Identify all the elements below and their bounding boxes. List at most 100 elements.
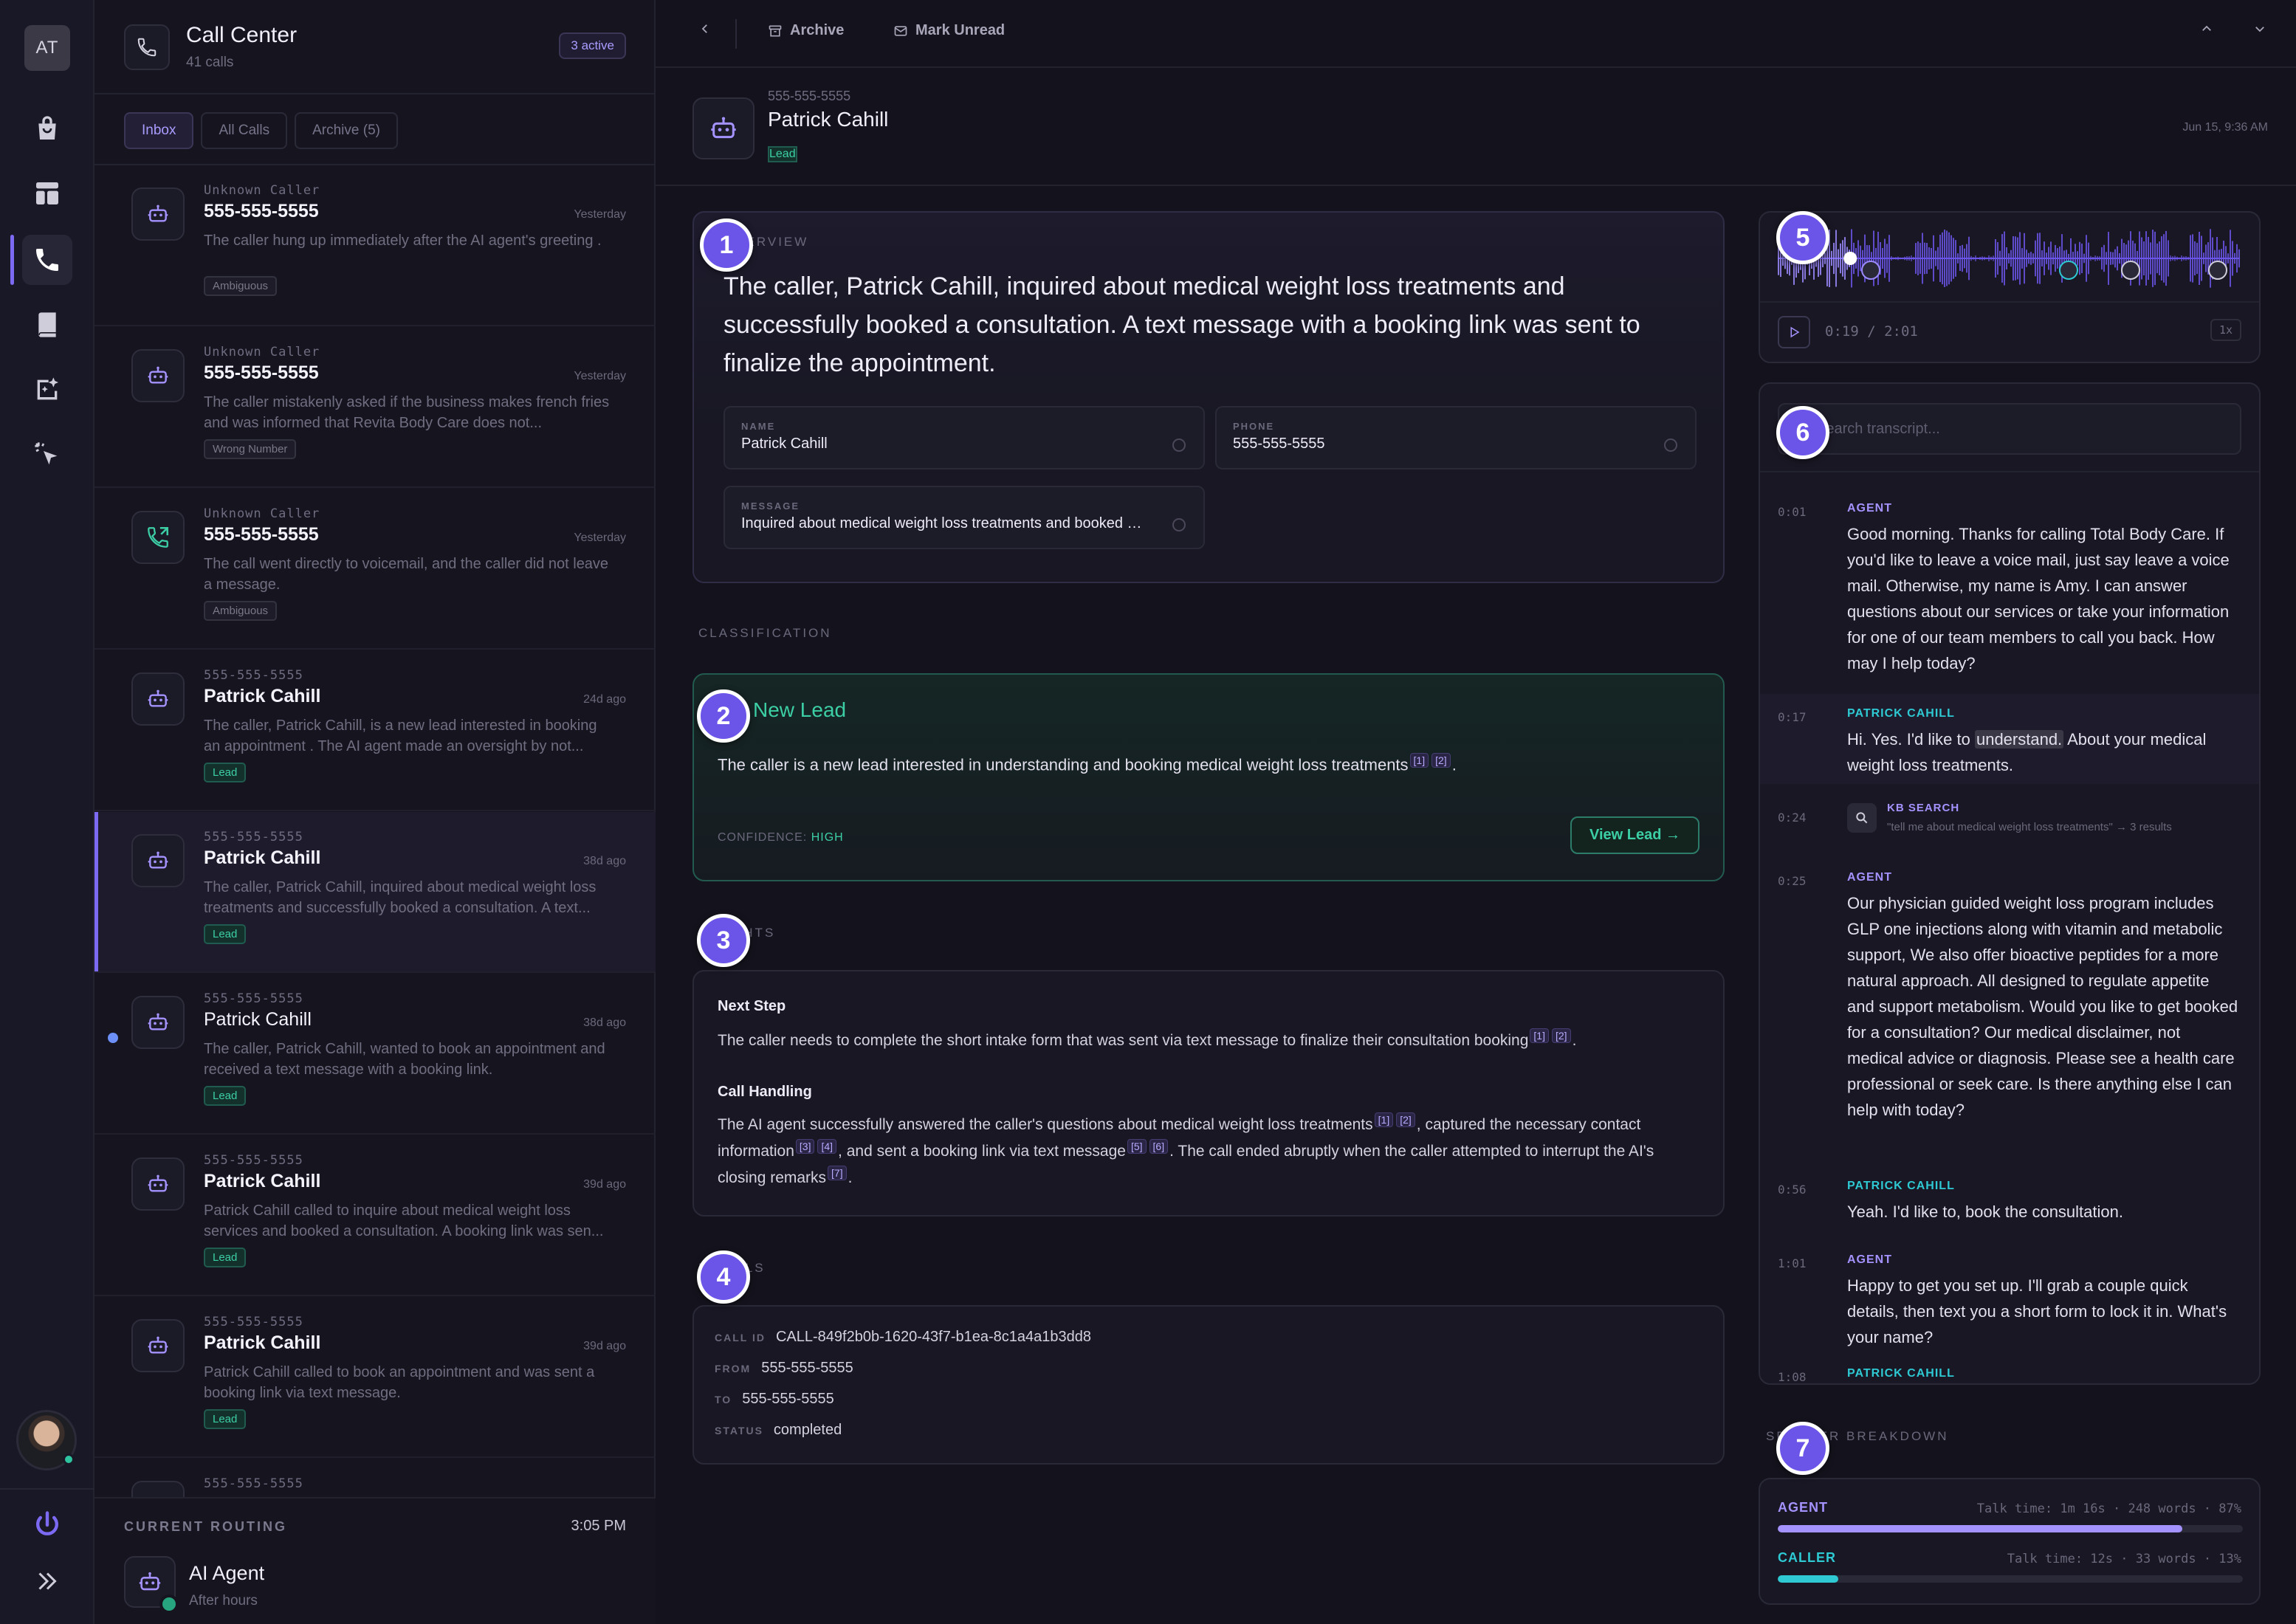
info-icon[interactable] bbox=[1664, 438, 1677, 452]
call-list-item[interactable]: Unknown Caller 555-555-5555 Yesterday The c… bbox=[94, 165, 656, 326]
waveform-bar bbox=[2145, 231, 2147, 286]
routing-label: CURRENT ROUTING bbox=[124, 1519, 287, 1534]
archive-button[interactable]: Archive bbox=[768, 22, 844, 39]
citation[interactable]: [4] bbox=[817, 1139, 837, 1154]
marker-3: 3 bbox=[697, 914, 750, 967]
speaker-label: AGENT bbox=[1847, 1253, 1892, 1266]
playback-speed[interactable]: 1x bbox=[2210, 319, 2241, 341]
call-summary: The caller, Patrick Cahill, inquired abo… bbox=[204, 879, 597, 916]
waveform-bar bbox=[2055, 244, 2056, 272]
call-summary: The caller, Patrick Cahill, wanted to bo… bbox=[204, 1041, 605, 1078]
name-field[interactable]: NAME Patrick Cahill bbox=[723, 406, 1205, 469]
citation[interactable]: [2] bbox=[1552, 1028, 1571, 1043]
call-list-item[interactable]: Unknown Caller 555-555-5555 Yesterday The c… bbox=[94, 489, 656, 650]
citation[interactable]: [2] bbox=[1396, 1112, 1415, 1127]
play-button[interactable] bbox=[1778, 316, 1810, 348]
transcript-message-active[interactable]: 0:17 PATRICK CAHILL Hi. Yes. I'd like to… bbox=[1760, 694, 2259, 784]
waveform-bar bbox=[2083, 253, 2085, 264]
waveform-bar bbox=[1911, 255, 1912, 261]
waveform-bar bbox=[2190, 235, 2191, 282]
phone-field[interactable]: PHONE 555-555-5555 bbox=[1215, 406, 1697, 469]
marker-4: 4 bbox=[697, 1250, 750, 1304]
caller-name: Patrick Cahill bbox=[204, 1332, 321, 1353]
waveform-bar bbox=[2119, 252, 2120, 264]
waveform-bar bbox=[2037, 233, 2038, 284]
transcript-message[interactable]: 1:08 PATRICK CAHILL bbox=[1760, 1363, 2259, 1383]
waveform-bar bbox=[1950, 235, 1952, 282]
citation[interactable]: [6] bbox=[1149, 1139, 1169, 1154]
timestamp: 0:56 bbox=[1778, 1183, 1807, 1197]
citation[interactable]: [7] bbox=[828, 1166, 847, 1180]
call-detail: Archive Mark Unread 555-555-5555 Patrick… bbox=[656, 0, 2296, 1624]
citation[interactable]: [1] bbox=[1374, 1112, 1394, 1127]
waveform-bar bbox=[2108, 232, 2109, 285]
citation[interactable]: [3] bbox=[795, 1139, 815, 1154]
waveform-bar bbox=[1946, 230, 1948, 286]
transcript-message[interactable]: 0:25 AGENT Our physician guided weight l… bbox=[1760, 867, 2259, 1155]
tab-all-calls[interactable]: All Calls bbox=[201, 112, 288, 149]
book-icon[interactable] bbox=[22, 300, 72, 350]
waveform-bar bbox=[2008, 253, 2010, 264]
phone-icon[interactable] bbox=[22, 235, 72, 285]
waveform[interactable] bbox=[1760, 213, 2262, 301]
message-text: Yeah. I'd like to, book the consultation… bbox=[1847, 1202, 2123, 1221]
back-button[interactable] bbox=[698, 22, 712, 35]
transcript-message[interactable]: 1:01 AGENT Happy to get you set up. I'll… bbox=[1760, 1249, 2259, 1346]
pointer-click-icon[interactable] bbox=[22, 430, 72, 480]
layout-icon[interactable] bbox=[22, 168, 72, 219]
waveform-bar bbox=[1937, 247, 1939, 270]
user-avatar[interactable] bbox=[16, 1410, 77, 1470]
call-list-item[interactable]: 555-555-5555 Patrick Cahill 38d ago The cal… bbox=[94, 812, 656, 973]
waveform-bar bbox=[1831, 250, 1832, 266]
waveform-bar bbox=[2041, 250, 2043, 266]
waveform-bar bbox=[1893, 257, 1894, 260]
kb-search-event[interactable]: 0:24 KB SEARCH "tell me about medical we… bbox=[1760, 797, 2259, 842]
confidence: CONFIDENCE: HIGH bbox=[718, 831, 844, 844]
waveform-bar bbox=[2028, 252, 2029, 264]
tab-archive[interactable]: Archive (5) bbox=[295, 112, 398, 149]
next-call-button[interactable] bbox=[2253, 22, 2266, 35]
phone-field-label: PHONE bbox=[1233, 421, 1275, 432]
bag-icon[interactable] bbox=[22, 103, 72, 154]
call-list-header: Call Center 41 calls 3 active bbox=[94, 0, 656, 94]
citation[interactable]: [2] bbox=[1431, 753, 1451, 768]
message-field[interactable]: MESSAGE Inquired about medical weight lo… bbox=[723, 486, 1205, 549]
call-summary: Patrick Cahill called to inquire about m… bbox=[204, 1202, 604, 1239]
playback-time: 0:19 / 2:01 bbox=[1825, 323, 1918, 340]
info-icon[interactable] bbox=[1172, 518, 1186, 531]
expand-sidebar-icon[interactable] bbox=[22, 1556, 72, 1606]
citation[interactable]: [5] bbox=[1127, 1139, 1147, 1154]
waveform-bar bbox=[1933, 235, 1934, 282]
call-list-item[interactable]: 555-555-5555 Patrick Cahill 39d ago Patrick… bbox=[94, 1297, 656, 1458]
waveform-bar bbox=[2238, 249, 2240, 268]
chevron-down-icon bbox=[2255, 27, 2264, 32]
call-tag: Wrong Number bbox=[204, 439, 297, 459]
previous-call-button[interactable] bbox=[2200, 22, 2213, 35]
call-list-item[interactable]: 555-555-5555 Patrick Cahill 38d ago The cal… bbox=[94, 974, 656, 1135]
transcript-message[interactable]: 0:56 PATRICK CAHILL Yeah. I'd like to, b… bbox=[1760, 1175, 2259, 1234]
waveform-bar bbox=[1981, 256, 1983, 261]
call-list-item[interactable]: Unknown Caller 555-555-5555 Yesterday The c… bbox=[94, 327, 656, 488]
waveform-bar bbox=[2154, 231, 2156, 286]
call-list-item[interactable]: 555-555-5555 Patrick Cahill 39d ago Patrick… bbox=[94, 1135, 656, 1296]
current-word-highlight: understand. bbox=[1974, 730, 2064, 749]
workspace-avatar[interactable]: AT bbox=[24, 25, 70, 71]
transcript-message[interactable]: 0:01 AGENT Good morning. Thanks for call… bbox=[1760, 498, 2259, 689]
citation[interactable]: [1] bbox=[1409, 753, 1429, 768]
citation[interactable]: [1] bbox=[1530, 1028, 1549, 1043]
transcript-search-input[interactable]: Search transcript... bbox=[1778, 403, 2241, 455]
speaker-label: PATRICK CAHILL bbox=[1847, 707, 1955, 720]
waveform-bar bbox=[1997, 242, 1998, 275]
tab-inbox[interactable]: Inbox bbox=[124, 112, 194, 149]
waveform-bar bbox=[2015, 236, 2016, 281]
mark-unread-button[interactable]: Mark Unread bbox=[893, 22, 1005, 39]
power-icon[interactable] bbox=[22, 1500, 72, 1550]
waveform-bar bbox=[2196, 242, 2198, 275]
waveform-bar bbox=[1968, 236, 1970, 281]
call-list-item[interactable]: 555-555-5555 Patrick Cahill 24d ago The cal… bbox=[94, 650, 656, 811]
waveform-bar bbox=[1884, 238, 1886, 278]
info-icon[interactable] bbox=[1172, 438, 1186, 452]
overview-summary: The caller, Patrick Cahill, inquired abo… bbox=[723, 272, 1640, 377]
sparkle-icon[interactable] bbox=[22, 365, 72, 415]
view-lead-button[interactable]: View Lead → bbox=[1570, 816, 1699, 854]
